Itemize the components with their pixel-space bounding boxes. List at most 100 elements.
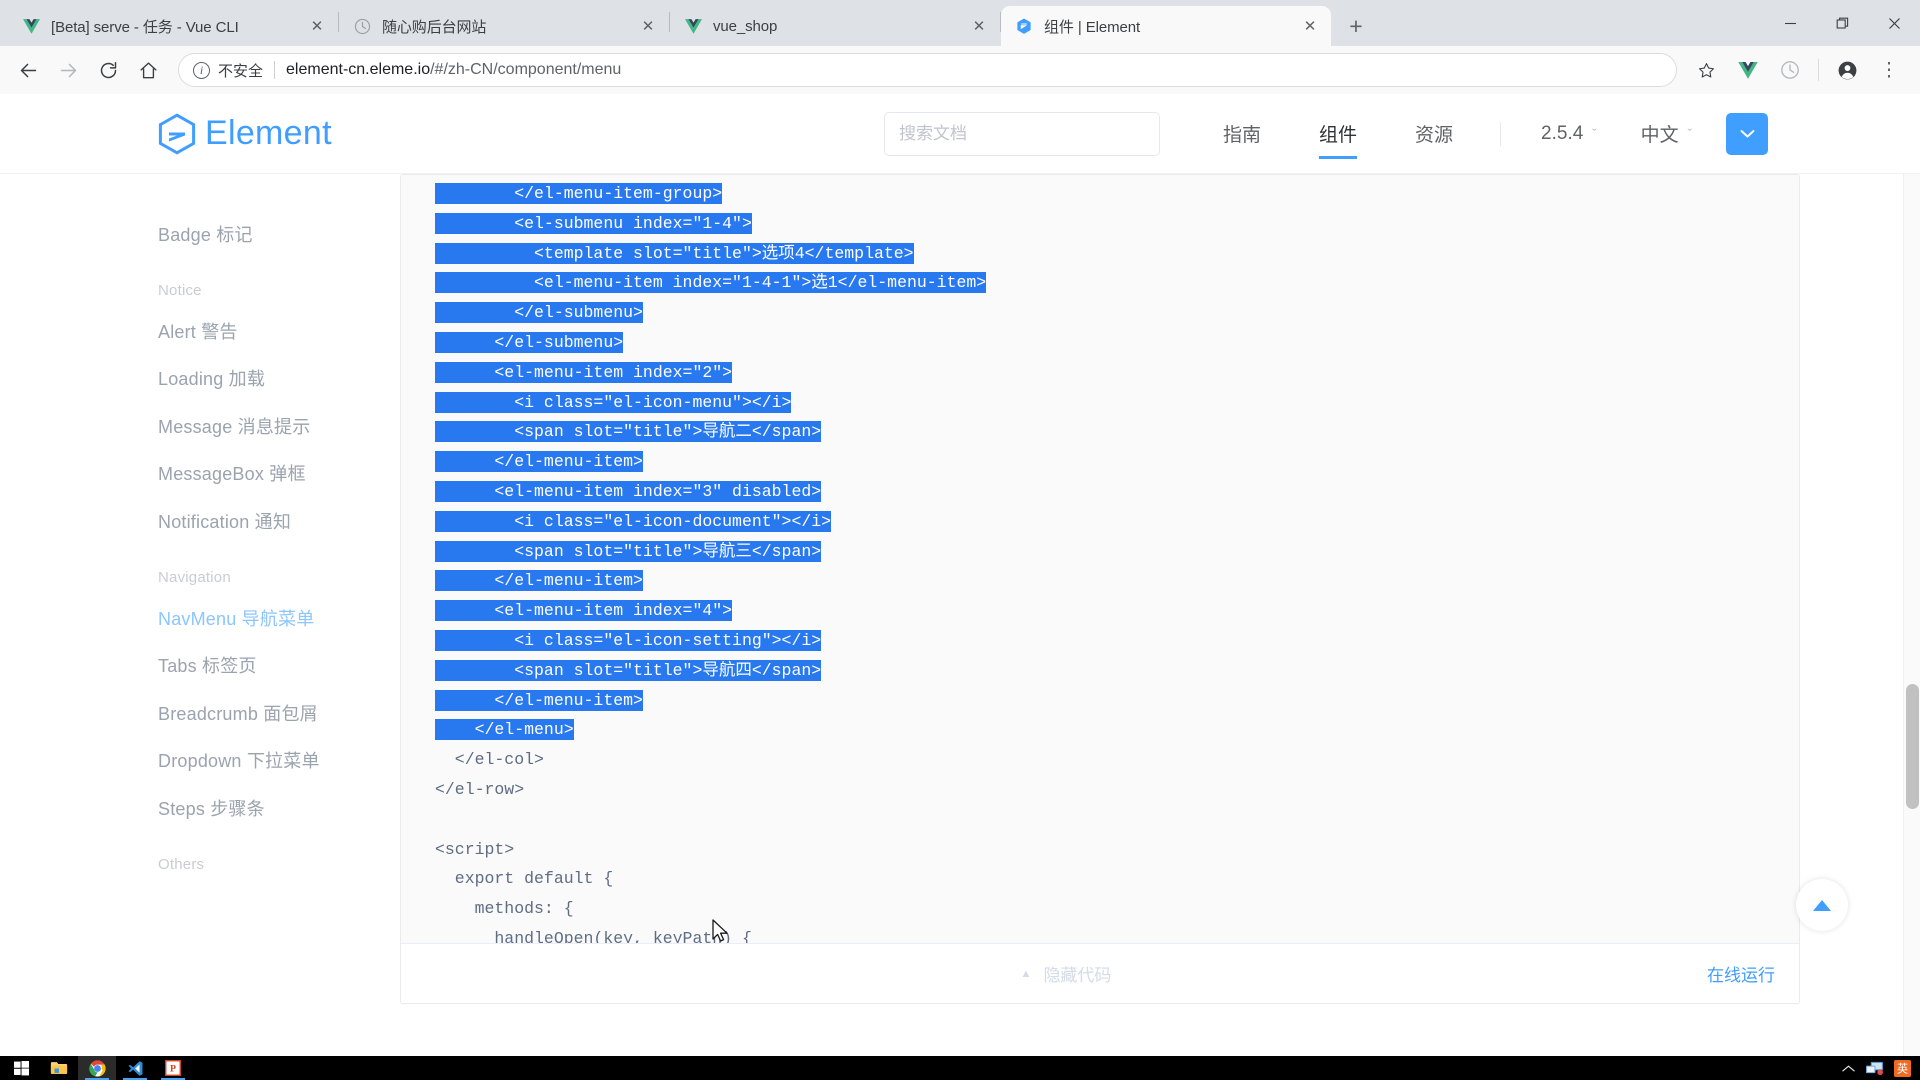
selected-code-text: </el-menu> [435, 719, 574, 741]
svg-text:英: 英 [1897, 1061, 1908, 1075]
code-line: <el-menu-item index="4"> [401, 596, 1799, 626]
sidebar-item-alert[interactable]: Alert 警告 [158, 309, 400, 357]
code-line: </el-menu-item> [401, 566, 1799, 596]
theme-dropdown-button[interactable] [1726, 112, 1768, 155]
code-line: </el-submenu> [401, 298, 1799, 328]
clock-extension-icon[interactable] [1772, 52, 1808, 88]
caret-up-icon: ▲ [1020, 967, 1032, 980]
chevron-down-icon: ˇ [1687, 126, 1692, 141]
minimize-button[interactable] [1764, 0, 1816, 46]
scrollbar-thumb[interactable] [1906, 684, 1919, 809]
sidebar-item-notification[interactable]: Notification 通知 [158, 499, 400, 547]
selected-code-text: </el-submenu> [435, 302, 643, 324]
tab-close-button[interactable]: ✕ [637, 15, 659, 37]
vs-code-button[interactable] [116, 1056, 154, 1080]
sidebar-item-navmenu[interactable]: NavMenu 导航菜单 [158, 596, 400, 644]
search-box[interactable] [883, 111, 1160, 156]
sogou-icon[interactable]: 英 [1894, 1059, 1911, 1077]
maximize-button[interactable] [1816, 0, 1868, 46]
window-controls [1764, 0, 1920, 46]
code-line: </el-submenu> [401, 328, 1799, 358]
selected-code-text: <i class="el-icon-document"></i> [435, 510, 832, 532]
home-button[interactable] [130, 52, 166, 88]
version-selector[interactable]: 2.5.4 ˇ [1541, 123, 1597, 145]
site-info-icon[interactable]: i [193, 61, 210, 79]
chevron-down-icon: ˇ [1592, 126, 1597, 141]
element-logo[interactable]: Element [158, 112, 332, 155]
bookmark-star-icon[interactable] [1688, 52, 1724, 88]
windows-taskbar: P 英 [0, 1056, 1920, 1080]
system-tray: 英 [1837, 1059, 1920, 1077]
browser-tab-4[interactable]: 组件 | Element ✕ [1001, 6, 1331, 46]
code-text: methods: { [435, 899, 574, 919]
sidebar-item-breadcrumb[interactable]: Breadcrumb 面包屑 [158, 691, 400, 739]
clock-icon [353, 17, 371, 35]
main-content: </el-menu-item-group> <el-submenu index=… [400, 174, 1920, 1056]
language-selector[interactable]: 中文 ˇ [1641, 120, 1692, 147]
sidebar-item-badge[interactable]: Badge 标记 [158, 212, 400, 260]
start-button[interactable] [2, 1056, 40, 1080]
browser-tab-1[interactable]: [Beta] serve - 任务 - Vue CLI ✕ [8, 6, 338, 46]
vue-icon [22, 17, 40, 35]
tab-close-button[interactable]: ✕ [1299, 15, 1321, 37]
powerpoint-button[interactable]: P [154, 1056, 192, 1080]
code-line: <script> [401, 835, 1799, 865]
code-line: <el-menu-item index="1-4-1">选1</el-menu-… [401, 268, 1799, 298]
site-nav: 指南 组件 资源 2.5.4 ˇ 中文 ˇ [883, 94, 1920, 175]
selected-code-text: <el-menu-item index="4"> [435, 600, 733, 622]
nav-item-resources[interactable]: 资源 [1415, 94, 1453, 175]
code-line: export default { [401, 864, 1799, 894]
code-text: <script> [435, 839, 515, 859]
browser-tab-3[interactable]: vue_shop ✕ [670, 6, 1000, 46]
selected-code-text: </el-menu-item> [435, 451, 643, 473]
selected-code-text: <el-menu-item index="1-4-1">选1</el-menu-… [435, 272, 987, 294]
code-line: </el-menu-item-group> [401, 179, 1799, 209]
code-line: <el-menu-item index="2"> [401, 358, 1799, 388]
address-bar[interactable]: i 不安全 element-cn.eleme.io/#/zh-CN/compon… [178, 53, 1677, 87]
file-explorer-button[interactable] [40, 1056, 78, 1080]
sidebar-item-loading[interactable]: Loading 加载 [158, 356, 400, 404]
nav-item-guide[interactable]: 指南 [1223, 94, 1261, 175]
chevron-up-icon[interactable] [1842, 1064, 1855, 1073]
forward-button[interactable] [50, 52, 86, 88]
back-to-top-button[interactable] [1796, 879, 1848, 931]
selected-code-text: <span slot="title">导航三</span> [435, 540, 822, 562]
code-line: <i class="el-icon-setting"></i> [401, 626, 1799, 656]
nav-divider [1500, 121, 1502, 146]
sidebar-item-dropdown[interactable]: Dropdown 下拉菜单 [158, 738, 400, 786]
code-line: methods: { [401, 894, 1799, 924]
sidebar-item-message[interactable]: Message 消息提示 [158, 404, 400, 452]
nav-item-components[interactable]: 组件 [1319, 94, 1357, 175]
sidebar-group-navigation: Navigation [158, 568, 231, 586]
profile-icon[interactable] [1829, 52, 1865, 88]
code-line: <el-menu-item index="3" disabled> [401, 477, 1799, 507]
sidebar-item-tabs[interactable]: Tabs 标签页 [158, 643, 400, 691]
sidebar-item-messagebox[interactable]: MessageBox 弹框 [158, 451, 400, 499]
sidebar-group-others: Others [158, 855, 205, 873]
hide-code-button[interactable]: ▲ 隐藏代码 [1021, 961, 1112, 986]
browser-tab-2[interactable]: 随心购后台网站 ✕ [339, 6, 669, 46]
google-chrome-button[interactable] [78, 1056, 116, 1080]
network-icon[interactable] [1865, 1060, 1884, 1076]
back-button[interactable] [10, 52, 46, 88]
close-button[interactable] [1868, 0, 1920, 46]
search-input[interactable] [898, 123, 1145, 144]
reload-button[interactable] [90, 52, 126, 88]
element-logo-text: Element [205, 114, 332, 152]
run-online-link[interactable]: 在线运行 [1707, 961, 1775, 986]
page-scrollbar[interactable] [1903, 174, 1920, 1056]
new-tab-button[interactable]: + [1339, 9, 1373, 43]
chrome-menu-button[interactable]: ⋮ [1871, 52, 1907, 88]
hide-code-label: 隐藏代码 [1043, 966, 1112, 985]
sidebar-item-steps[interactable]: Steps 步骤条 [158, 786, 400, 834]
element-logo-icon [158, 112, 196, 155]
code-snippet[interactable]: </el-menu-item-group> <el-submenu index=… [401, 175, 1799, 945]
selected-code-text: <el-submenu index="1-4"> [435, 212, 752, 234]
code-line: <template slot="title">选项4</template> [401, 239, 1799, 269]
selected-code-text: </el-submenu> [435, 331, 624, 353]
tab-title: vue_shop [713, 17, 778, 35]
tab-close-button[interactable]: ✕ [968, 15, 990, 37]
vue-extension-icon[interactable] [1730, 52, 1766, 88]
tab-close-button[interactable]: ✕ [306, 15, 328, 37]
version-label: 2.5.4 [1541, 122, 1584, 144]
